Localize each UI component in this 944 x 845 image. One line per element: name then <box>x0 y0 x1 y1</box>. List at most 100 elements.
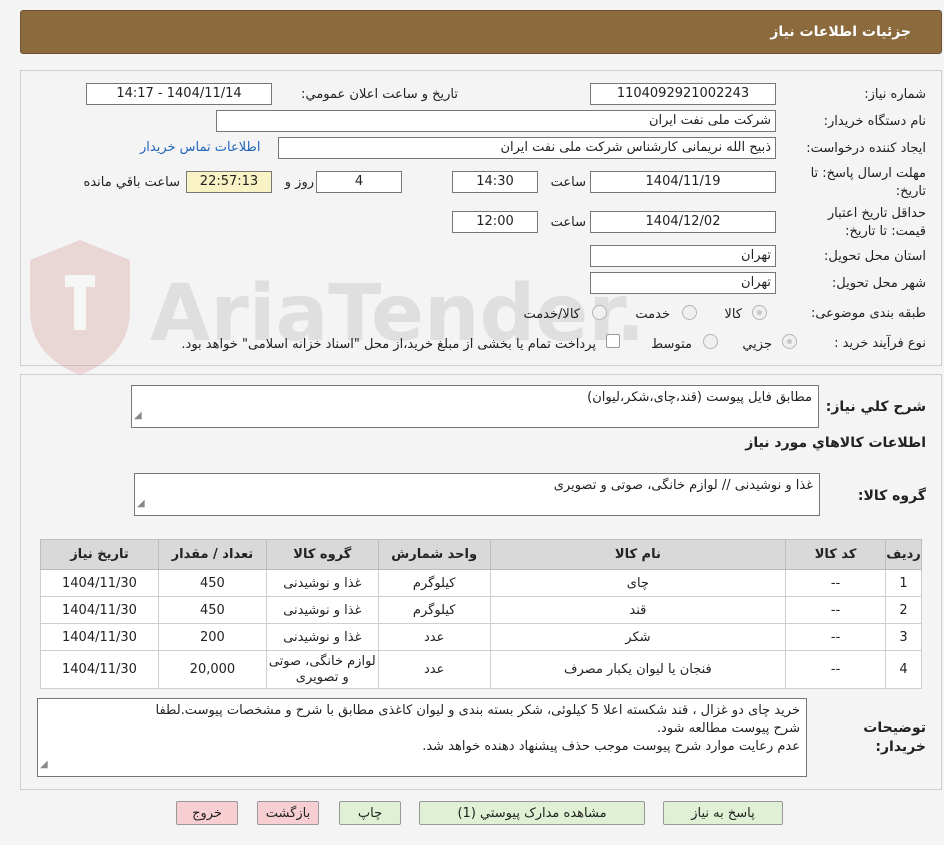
reply-deadline-label: مهلت ارسال پاسخ: تا <box>810 166 926 181</box>
creator-label: ايجاد کننده درخواست: <box>806 141 926 156</box>
province-field: تهران <box>590 245 776 267</box>
goods-info-title: اطلاعات کالاهاي مورد نياز <box>745 435 926 451</box>
cell-name: شکر <box>489 623 787 651</box>
price-valid-label-2: قیمت: تا تاریخ: <box>845 224 926 239</box>
cell-row-number: 3 <box>885 623 922 651</box>
city-label: شهر محل تحویل: <box>831 276 926 291</box>
buyer-notes-line: شرح پیوست مطالعه شود. <box>656 721 800 736</box>
cell-row-number: 2 <box>885 596 922 624</box>
cell-row-number: 1 <box>885 569 922 597</box>
buyer-org-label: نام دستگاه خريدار: <box>823 114 926 129</box>
category-option-service: خدمت <box>635 307 670 322</box>
process-option-minor: جزيي <box>742 337 772 352</box>
price-valid-date-field: 1404/12/02 <box>590 211 776 233</box>
resize-grip-icon[interactable]: ◢ <box>134 407 142 425</box>
cell-name: فنجان یا لیوان یکبار مصرف <box>489 650 787 689</box>
category-radio-goods-service[interactable] <box>592 305 607 320</box>
buyer-notes-line: خرید چای دو غزال ، قند شکسته اعلا 5 کیلو… <box>155 703 800 718</box>
category-radio-goods[interactable] <box>752 305 767 320</box>
reply-time-field: 14:30 <box>452 171 538 193</box>
summary-label: شرح کلي نياز: <box>825 399 926 415</box>
cell-date: 1404/11/30 <box>40 596 159 624</box>
treasury-payment-checkbox[interactable] <box>606 334 620 348</box>
cell-code: -- <box>785 650 887 689</box>
goods-group-text: غذا و نوشیدنی // لوازم خانگی، صوتی و تصو… <box>553 478 813 493</box>
reply-button[interactable]: پاسخ به نياز <box>663 801 783 825</box>
cell-quantity: 450 <box>157 596 267 624</box>
summary-textarea[interactable]: مطابق فایل پیوست (قند،چای،شکر،لیوان) ◢ <box>131 385 819 428</box>
city-field: تهران <box>590 272 776 294</box>
creator-field: ذبیح الله نریمانی کارشناس شرکت ملی نفت ا… <box>278 137 776 159</box>
cell-code: -- <box>785 623 887 651</box>
cell-code: -- <box>785 569 887 597</box>
table-row: 4 -- فنجان یا لیوان یکبار مصرف عدد لوازم… <box>40 650 922 689</box>
cell-unit: کیلوگرم <box>377 596 491 624</box>
province-label: استان محل تحویل: <box>824 249 926 264</box>
cell-unit: عدد <box>377 623 491 651</box>
buyer-org-field: شرکت ملی نفت ایران <box>216 110 776 132</box>
buyer-notes-textarea[interactable]: خرید چای دو غزال ، قند شکسته اعلا 5 کیلو… <box>37 698 807 777</box>
col-header-group: گروه کالا <box>265 539 379 570</box>
reply-date-field: 1404/11/19 <box>590 171 776 193</box>
need-number-label: شماره نیاز: <box>864 87 926 102</box>
category-option-goods: کالا <box>724 307 742 322</box>
goods-table: رديف کد کالا نام کالا واحد شمارش گروه کا… <box>40 539 922 689</box>
goods-group-textarea[interactable]: غذا و نوشیدنی // لوازم خانگی، صوتی و تصو… <box>134 473 820 516</box>
cell-group: غذا و نوشیدنی <box>265 623 379 651</box>
view-attachments-button[interactable]: مشاهده مدارک پيوستي (1) <box>419 801 645 825</box>
price-valid-time-field: 12:00 <box>452 211 538 233</box>
goods-group-label: گروه کالا: <box>857 488 926 504</box>
category-label: طبقه بندی موضوعی: <box>810 306 926 321</box>
remaining-time-field: 22:57:13 <box>186 171 272 193</box>
cell-unit: عدد <box>377 650 491 689</box>
cell-date: 1404/11/30 <box>40 569 159 597</box>
cell-name: چای <box>489 569 787 597</box>
table-header-row: رديف کد کالا نام کالا واحد شمارش گروه کا… <box>40 539 922 570</box>
process-label: نوع فرآیند خرید : <box>834 336 926 351</box>
buyer-contact-link[interactable]: اطلاعات تماس خريدار <box>140 140 260 155</box>
buyer-notes-line: عدم رعایت موارد شرح پیوست موجب حذف پیشنه… <box>422 739 800 754</box>
back-button[interactable]: بازگشت <box>257 801 319 825</box>
resize-grip-icon[interactable]: ◢ <box>40 756 48 774</box>
cell-group: لوازم خانگی، صوتی و تصویری <box>265 650 379 689</box>
page-header: جزئیات اطلاعات نیاز <box>20 10 942 54</box>
need-number-field: 1104092921002243 <box>590 83 776 105</box>
category-option-goods-service: کالا/خدمت <box>523 307 580 322</box>
cell-unit: کیلوگرم <box>377 569 491 597</box>
days-field: 4 <box>316 171 402 193</box>
remaining-label: ساعت باقي مانده <box>83 175 180 190</box>
reply-deadline-label-2: تاریخ: <box>895 184 926 199</box>
category-radio-service[interactable] <box>682 305 697 320</box>
cell-name: قند <box>489 596 787 624</box>
page-title: جزئیات اطلاعات نیاز <box>770 24 911 40</box>
print-button[interactable]: چاپ <box>339 801 401 825</box>
col-header-unit: واحد شمارش <box>377 539 491 570</box>
cell-row-number: 4 <box>885 650 922 689</box>
cell-group: غذا و نوشیدنی <box>265 569 379 597</box>
col-header-code: کد کالا <box>785 539 887 570</box>
buyer-notes-label-2: خریدار: <box>875 739 926 755</box>
cell-date: 1404/11/30 <box>40 650 159 689</box>
days-label: روز و <box>284 175 314 190</box>
process-option-medium: متوسط <box>651 337 692 352</box>
table-row: 2 -- قند کیلوگرم غذا و نوشیدنی 450 1404/… <box>40 596 922 624</box>
table-row: 1 -- چای کیلوگرم غذا و نوشیدنی 450 1404/… <box>40 569 922 597</box>
col-header-name: نام کالا <box>489 539 787 570</box>
payment-note: پرداخت تمام یا بخشی از مبلغ خرید،از محل … <box>181 337 596 352</box>
col-header-date: تاریخ نیاز <box>40 539 159 570</box>
announce-label: تاریخ و ساعت اعلان عمومي: <box>301 87 458 102</box>
table-row: 3 -- شکر عدد غذا و نوشیدنی 200 1404/11/3… <box>40 623 922 651</box>
resize-grip-icon[interactable]: ◢ <box>137 495 145 513</box>
cell-quantity: 20,000 <box>157 650 267 689</box>
announce-field: 1404/11/14 - 14:17 <box>86 83 272 105</box>
cell-date: 1404/11/30 <box>40 623 159 651</box>
process-radio-medium[interactable] <box>703 334 718 349</box>
process-radio-minor[interactable] <box>782 334 797 349</box>
price-valid-label: حداقل تاریخ اعتبار <box>827 206 926 221</box>
reply-time-label: ساعت <box>550 175 586 190</box>
exit-button[interactable]: خروج <box>176 801 238 825</box>
price-valid-time-label: ساعت <box>550 215 586 230</box>
cell-quantity: 450 <box>157 569 267 597</box>
summary-text: مطابق فایل پیوست (قند،چای،شکر،لیوان) <box>587 390 812 405</box>
buyer-notes-label: توضیحات <box>863 720 926 736</box>
